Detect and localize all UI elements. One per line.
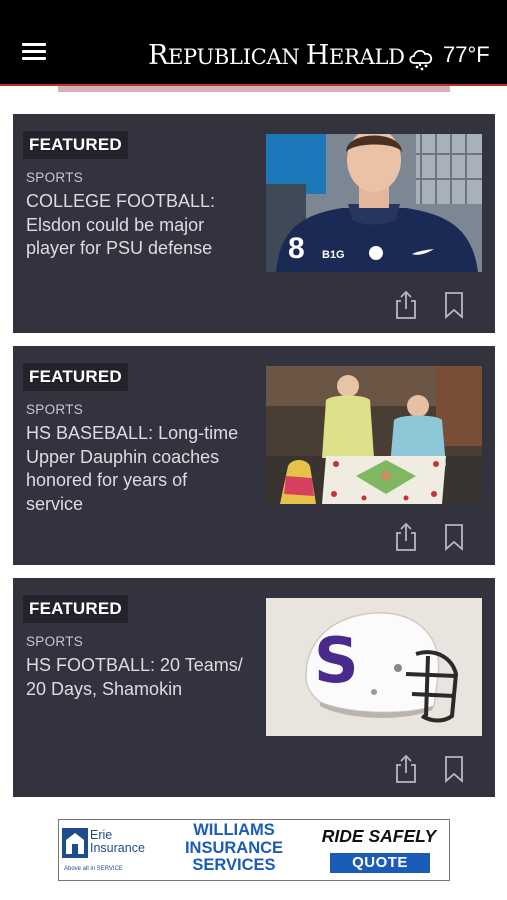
article-thumbnail[interactable]	[266, 366, 482, 504]
section-label: SPORTS	[26, 634, 84, 649]
bookmark-icon	[445, 756, 463, 783]
article-card[interactable]: FEATURED SPORTS HS BASEBALL: Long-time U…	[13, 346, 495, 565]
bookmark-icon	[445, 292, 463, 319]
article-card[interactable]: FEATURED SPORTS HS FOOTBALL: 20 Teams/ 2…	[13, 578, 495, 797]
article-thumbnail[interactable]: 8 B1G	[266, 134, 482, 272]
section-label: SPORTS	[26, 402, 84, 417]
bookmark-icon	[445, 524, 463, 551]
site-logo[interactable]: REPUBLICAN HERALD	[148, 40, 405, 71]
featured-badge: FEATURED	[23, 595, 128, 623]
cloud-snow-icon	[409, 49, 433, 71]
bookmark-button[interactable]	[441, 522, 467, 552]
article-headline[interactable]: COLLEGE FOOTBALL: Elsdon could be major …	[26, 190, 248, 261]
weather-widget[interactable]: 77°F	[406, 42, 498, 72]
article-thumbnail[interactable]: S	[266, 598, 482, 736]
share-button[interactable]	[393, 754, 419, 784]
share-button[interactable]	[393, 522, 419, 552]
section-label: SPORTS	[26, 170, 84, 185]
svg-text:8: 8	[288, 232, 305, 265]
football-player-image: 8 B1G	[266, 134, 482, 272]
quote-button[interactable]: QUOTE	[330, 853, 430, 873]
erie-insurance-logo: Erie Insurance Above all in SERVICE	[62, 828, 145, 872]
svg-text:B1G: B1G	[322, 249, 345, 261]
bookmark-button[interactable]	[441, 290, 467, 320]
share-icon	[396, 522, 416, 551]
temperature-readout: 77°F	[443, 42, 490, 67]
article-card[interactable]: FEATURED SPORTS COLLEGE FOOTBALL: Elsdon…	[13, 114, 495, 333]
hamburger-menu-icon[interactable]	[20, 40, 48, 64]
share-button[interactable]	[393, 290, 419, 320]
share-icon	[396, 754, 416, 783]
insurance-ad-banner[interactable]: Erie Insurance Above all in SERVICE WILL…	[58, 819, 450, 881]
article-headline[interactable]: HS BASEBALL: Long-time Upper Dauphin coa…	[26, 422, 248, 516]
coaches-with-cake-image	[266, 366, 482, 504]
share-icon	[396, 290, 416, 319]
erie-building-icon	[62, 828, 88, 858]
featured-badge: FEATURED	[23, 363, 128, 391]
williams-insurance-text: WILLIAMS INSURANCE SERVICES	[184, 821, 284, 874]
svg-text:S: S	[314, 624, 359, 697]
article-headline[interactable]: HS FOOTBALL: 20 Teams/ 20 Days, Shamokin	[26, 654, 248, 701]
top-ad-strip[interactable]	[58, 86, 450, 92]
bookmark-button[interactable]	[441, 754, 467, 784]
ride-safely-text: RIDE SAFELY	[321, 826, 437, 846]
featured-badge: FEATURED	[23, 131, 128, 159]
helmet-image: S	[266, 598, 482, 736]
app-header: REPUBLICAN HERALD 77°F	[0, 0, 507, 86]
